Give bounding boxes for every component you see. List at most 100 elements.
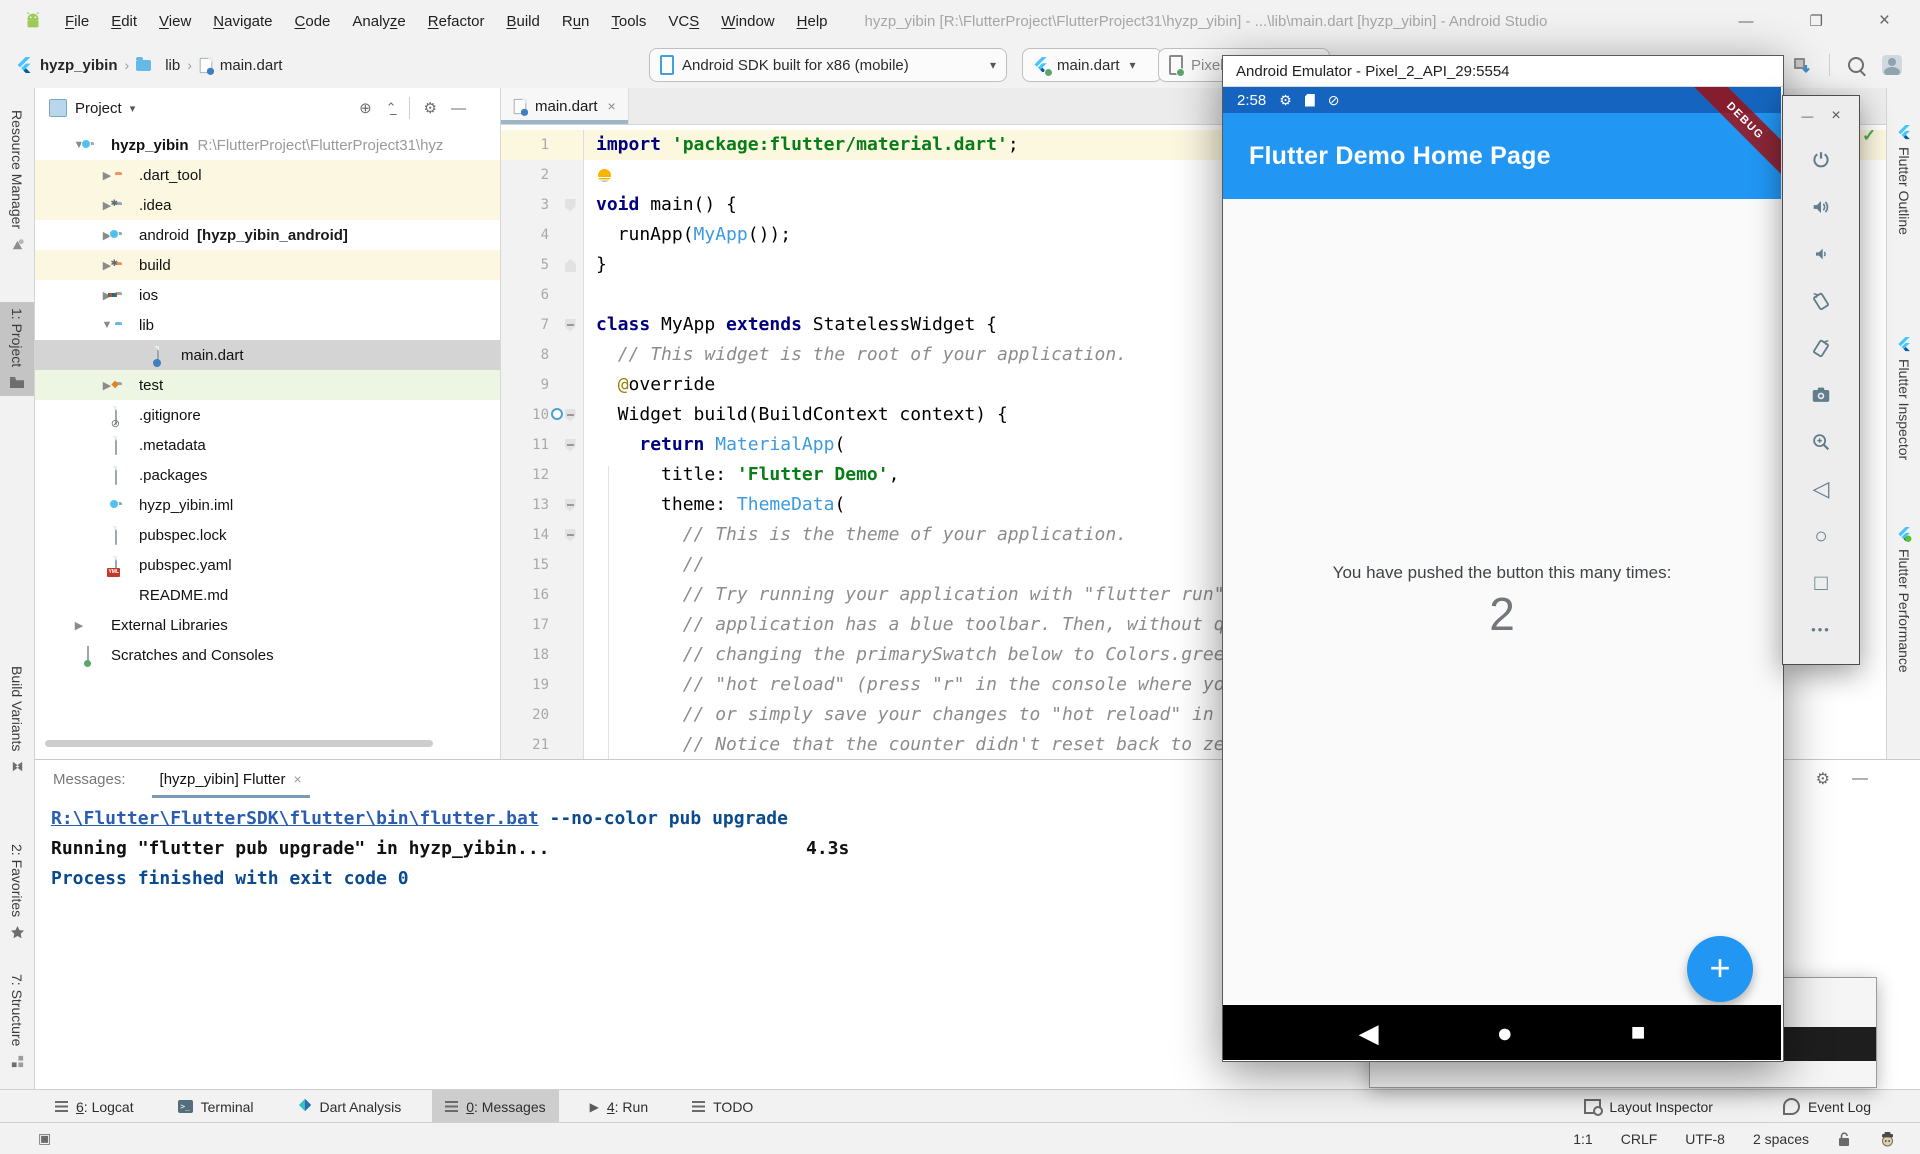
collapse-all-icon[interactable]: ⌃̲ xyxy=(386,100,395,116)
tree-item-readme-md[interactable]: README.md xyxy=(35,580,500,610)
code-text[interactable]: import 'package:flutter/material.dart'; xyxy=(584,130,1019,160)
tree-item-metadata[interactable]: .metadata xyxy=(35,430,500,460)
restore-window-icon[interactable]: ❐ xyxy=(1809,12,1822,30)
menu-view[interactable]: View xyxy=(148,13,202,30)
tree-item-scratches-and-consoles[interactable]: Scratches and Consoles xyxy=(35,640,500,670)
line-number[interactable]: 16 xyxy=(501,580,557,610)
minimize-window-icon[interactable]: — xyxy=(1738,13,1753,30)
emulator-screen[interactable]: 2:58 ⚙ ⊘ Flutter Demo Home Page DEBUG Yo… xyxy=(1223,87,1781,1060)
code-text[interactable]: class MyApp extends StatelessWidget { xyxy=(584,310,997,340)
code-text[interactable]: // xyxy=(584,550,704,580)
tree-item-pubspec-yaml[interactable]: YMLpubspec.yaml xyxy=(35,550,500,580)
line-number[interactable]: 4 xyxy=(501,220,557,250)
back-button-icon[interactable]: ◁ xyxy=(1783,465,1859,512)
fold-minus-icon[interactable] xyxy=(565,499,576,512)
line-number[interactable]: 11 xyxy=(501,430,557,460)
menu-run[interactable]: Run xyxy=(551,13,601,30)
menu-window[interactable]: Window xyxy=(710,13,785,30)
stripe-item-2-favorites[interactable]: 2: Favorites xyxy=(0,838,34,946)
tree-item-test[interactable]: ▶◆test xyxy=(35,370,500,400)
project-view-selector[interactable]: Project xyxy=(75,100,122,117)
hide-panel-icon[interactable]: — xyxy=(1852,770,1868,788)
code-text[interactable]: @override xyxy=(584,370,715,400)
code-text[interactable] xyxy=(584,160,615,190)
line-number[interactable]: 20 xyxy=(501,700,557,730)
line-number[interactable]: 12 xyxy=(501,460,557,490)
close-tab-icon[interactable]: × xyxy=(293,771,301,787)
close-emulator-icon[interactable]: × xyxy=(1831,107,1840,125)
rotate-left-button-icon[interactable] xyxy=(1783,277,1859,324)
nav-back-icon[interactable]: ◀ xyxy=(1359,1021,1379,1045)
search-icon[interactable] xyxy=(1848,57,1864,73)
menu-refactor[interactable]: Refactor xyxy=(417,13,496,30)
tree-item-external-libraries[interactable]: ▶External Libraries xyxy=(35,610,500,640)
close-window-icon[interactable]: × xyxy=(1879,10,1890,32)
inspections-profile-icon[interactable] xyxy=(1879,1131,1896,1147)
menu-file[interactable]: File xyxy=(54,13,100,30)
device-selector[interactable]: Android SDK built for x86 (mobile) ▾ xyxy=(649,48,1007,82)
fold-up-icon[interactable] xyxy=(565,259,576,272)
stripe-item-1-project[interactable]: 1: Project xyxy=(0,302,34,396)
nav-recents-icon[interactable]: ■ xyxy=(1631,1021,1646,1045)
line-number[interactable]: 19 xyxy=(501,670,557,700)
file-encoding[interactable]: UTF-8 xyxy=(1685,1131,1725,1147)
tool-window-switcher-icon[interactable]: ▣ xyxy=(38,1130,51,1147)
tool-window-button-4-run[interactable]: ▶4: Run xyxy=(577,1090,662,1123)
rotate-right-button-icon[interactable] xyxy=(1783,324,1859,371)
tree-item-hyzp-yibin-iml[interactable]: hyzp_yibin.iml xyxy=(35,490,500,520)
console-link[interactable]: R:\Flutter\FlutterSDK\flutter\bin\flutte… xyxy=(51,808,539,829)
line-number[interactable]: 8 xyxy=(501,340,557,370)
volume-up-button-icon[interactable] xyxy=(1783,183,1859,230)
gear-icon[interactable]: ⚙ xyxy=(1816,769,1830,789)
code-text[interactable]: Widget build(BuildContext context) { xyxy=(584,400,1008,430)
emulator-title-bar[interactable]: Android Emulator - Pixel_2_API_29:5554 xyxy=(1223,56,1783,87)
code-text[interactable]: void main() { xyxy=(584,190,737,220)
line-ending[interactable]: CRLF xyxy=(1621,1131,1658,1147)
tool-window-button-terminal[interactable]: >_Terminal xyxy=(165,1090,267,1123)
editor-tab-main-dart[interactable]: main.dart × xyxy=(501,88,629,124)
tree-item-lib[interactable]: ▼lib xyxy=(35,310,500,340)
tree-item-idea[interactable]: ▶✱.idea xyxy=(35,190,500,220)
tool-window-button-dart-analysis[interactable]: Dart Analysis xyxy=(285,1090,415,1123)
line-number[interactable]: 21 xyxy=(501,730,557,759)
menu-build[interactable]: Build xyxy=(495,13,550,30)
code-text[interactable]: return MaterialApp( xyxy=(584,430,845,460)
volume-down-button-icon[interactable] xyxy=(1783,230,1859,277)
code-text[interactable]: title: 'Flutter Demo', xyxy=(584,460,899,490)
stripe-item-7-structure[interactable]: 7: Structure xyxy=(0,968,34,1075)
menu-edit[interactable]: Edit xyxy=(100,13,148,30)
intention-bulb-icon[interactable] xyxy=(598,169,611,182)
more-button-icon[interactable]: ••• xyxy=(1783,606,1859,653)
code-text[interactable] xyxy=(584,280,596,310)
tool-window-button-6-logcat[interactable]: 6: Logcat xyxy=(42,1090,147,1123)
breadcrumb-project[interactable]: hyzp_yibin xyxy=(40,57,118,74)
tree-item-build[interactable]: ▶✱build xyxy=(35,250,500,280)
stripe-item-build-variants[interactable]: Build Variants xyxy=(0,660,34,780)
profile-icon[interactable] xyxy=(1882,55,1902,75)
button-layout-inspector[interactable]: Layout Inspector xyxy=(1571,1090,1726,1123)
close-tab-icon[interactable]: × xyxy=(608,98,616,114)
menu-vcs[interactable]: VCS xyxy=(657,13,710,30)
line-number[interactable]: 10↑ xyxy=(501,400,557,430)
stripe-item-flutter-outline[interactable]: Flutter Outline xyxy=(1887,118,1920,241)
sdk-manager-icon[interactable] xyxy=(1791,55,1811,75)
line-number[interactable]: 2 xyxy=(501,160,557,190)
stripe-item-flutter-inspector[interactable]: Flutter Inspector xyxy=(1887,330,1920,466)
line-number[interactable]: 18 xyxy=(501,640,557,670)
breadcrumb-file[interactable]: main.dart xyxy=(220,57,283,74)
code-text[interactable]: // This is the theme of your application… xyxy=(584,520,1127,550)
line-number[interactable]: 6 xyxy=(501,280,557,310)
menu-code[interactable]: Code xyxy=(284,13,342,30)
stripe-item-resource-manager[interactable]: Resource Manager xyxy=(0,104,34,258)
line-number[interactable]: 7 xyxy=(501,310,557,340)
line-number[interactable]: 1 xyxy=(501,130,557,160)
code-text[interactable]: runApp(MyApp()); xyxy=(584,220,791,250)
code-text[interactable]: } xyxy=(584,250,607,280)
menu-navigate[interactable]: Navigate xyxy=(202,13,283,30)
fold-minus-icon[interactable] xyxy=(565,529,576,542)
tree-item-gitignore[interactable]: ⊘.gitignore xyxy=(35,400,500,430)
menu-help[interactable]: Help xyxy=(786,13,839,30)
tool-window-button-0-messages[interactable]: 0: Messages xyxy=(432,1090,558,1123)
tree-item-hyzp-yibin[interactable]: ▼hyzp_yibinR:\FlutterProject\FlutterProj… xyxy=(35,130,500,160)
screenshot-button-icon[interactable] xyxy=(1783,371,1859,418)
